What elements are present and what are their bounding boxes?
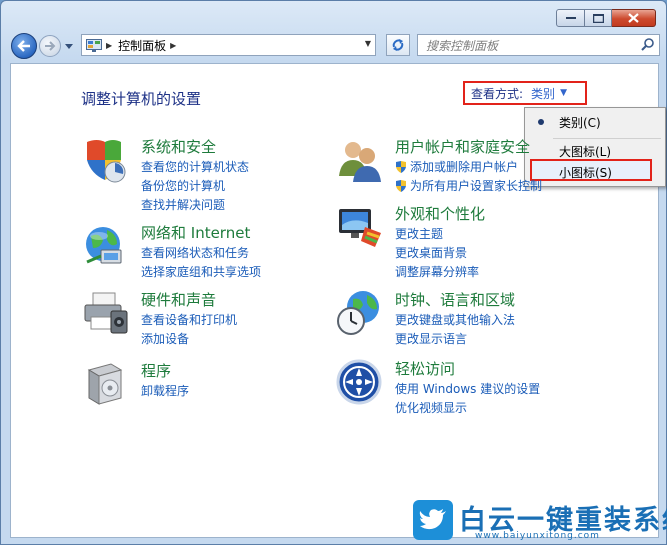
users-icon: [339, 142, 381, 182]
category-link[interactable]: 更改显示语言: [395, 330, 467, 347]
chevron-down-icon[interactable]: ▼: [560, 88, 567, 98]
category-link[interactable]: 添加设备: [141, 330, 189, 347]
view-by-value[interactable]: 类别: [531, 85, 555, 102]
category-link[interactable]: 添加或删除用户帐户: [395, 158, 518, 175]
ease-of-access-icon: [336, 359, 382, 405]
clock-globe-icon: [337, 291, 379, 335]
category-link[interactable]: 调整屏幕分辨率: [395, 263, 479, 280]
minimize-button[interactable]: [556, 9, 585, 27]
category-title[interactable]: 用户帐户和家庭安全: [395, 136, 530, 157]
navigation-bar: ▶ 控制面板 ▶ ▼: [9, 31, 660, 61]
search-input[interactable]: [424, 36, 628, 56]
control-panel-icon: [86, 38, 102, 52]
breadcrumb-separator[interactable]: ▶: [170, 41, 176, 50]
view-by-selector[interactable]: 查看方式: 类别 ▼: [463, 81, 587, 105]
category-link[interactable]: 卸载程序: [141, 382, 189, 399]
category-link[interactable]: 更改桌面背景: [395, 244, 467, 261]
content-area: 调整计算机的设置 查看方式: 类别 ▼ 类别(C) 大图标(L) 小图标(S): [10, 63, 666, 538]
menu-item-small-icons[interactable]: 小图标(S): [525, 161, 665, 183]
breadcrumb-control-panel[interactable]: 控制面板: [118, 37, 166, 54]
chevron-down-icon: [65, 43, 73, 49]
category-link[interactable]: 优化视频显示: [395, 399, 467, 416]
uac-shield-icon: [396, 180, 406, 192]
caption-buttons: [556, 9, 656, 27]
bird-logo-icon: [413, 500, 453, 540]
refresh-button[interactable]: [386, 34, 410, 56]
maximize-button[interactable]: [585, 9, 612, 27]
category-title[interactable]: 网络和 Internet: [141, 222, 250, 243]
category-link[interactable]: 查看设备和打印机: [141, 311, 237, 328]
recent-pages-dropdown[interactable]: [64, 41, 74, 51]
category-link[interactable]: 查找并解决问题: [141, 196, 225, 213]
shield-icon: [87, 140, 126, 183]
category-link[interactable]: 备份您的计算机: [141, 177, 225, 194]
category-title[interactable]: 系统和安全: [141, 136, 216, 157]
category-link[interactable]: 查看网络状态和任务: [141, 244, 249, 261]
uac-shield-icon: [396, 161, 406, 173]
address-bar[interactable]: ▶ 控制面板 ▶ ▼: [81, 34, 376, 56]
menu-divider: [553, 138, 661, 139]
category-link[interactable]: 为所有用户设置家长控制: [395, 177, 542, 194]
watermark: 白云一键重装系统 www.baiyunxitong.com: [413, 496, 667, 544]
category-title[interactable]: 外观和个性化: [395, 203, 485, 224]
address-dropdown-icon[interactable]: ▼: [365, 39, 371, 48]
network-globe-icon: [86, 227, 122, 264]
view-by-menu: 类别(C) 大图标(L) 小图标(S): [524, 107, 666, 187]
breadcrumb-separator: ▶: [106, 40, 113, 50]
category-title[interactable]: 时钟、语言和区域: [395, 289, 515, 310]
back-button[interactable]: [11, 33, 37, 59]
close-button[interactable]: [612, 9, 656, 27]
page-title: 调整计算机的设置: [81, 90, 202, 108]
view-by-label: 查看方式:: [471, 86, 524, 101]
category-link[interactable]: 选择家庭组和共享选项: [141, 263, 261, 280]
refresh-icon: [392, 39, 404, 51]
category-link[interactable]: 查看您的计算机状态: [141, 158, 249, 175]
monitor-palette-icon: [339, 209, 381, 247]
control-panel-window: ▶ 控制面板 ▶ ▼ 调整计算机的设置 查看方式: 类别 ▼: [0, 0, 667, 545]
search-icon[interactable]: [641, 37, 655, 51]
category-title[interactable]: 轻松访问: [395, 358, 455, 379]
back-arrow-icon: [17, 40, 30, 52]
category-title[interactable]: 程序: [141, 360, 171, 381]
printer-icon: [84, 292, 128, 334]
forward-button[interactable]: [39, 35, 61, 57]
programs-box-icon: [87, 363, 123, 405]
search-box[interactable]: [417, 34, 660, 56]
watermark-url: www.baiyunxitong.com: [475, 531, 600, 541]
forward-arrow-icon: [45, 41, 56, 51]
menu-item-category[interactable]: 类别(C): [525, 111, 665, 133]
category-title[interactable]: 硬件和声音: [141, 289, 216, 310]
category-link[interactable]: 更改键盘或其他输入法: [395, 311, 515, 328]
category-link[interactable]: 更改主题: [395, 225, 443, 242]
radio-selected-icon: [538, 119, 544, 125]
category-link[interactable]: 使用 Windows 建议的设置: [395, 380, 540, 397]
